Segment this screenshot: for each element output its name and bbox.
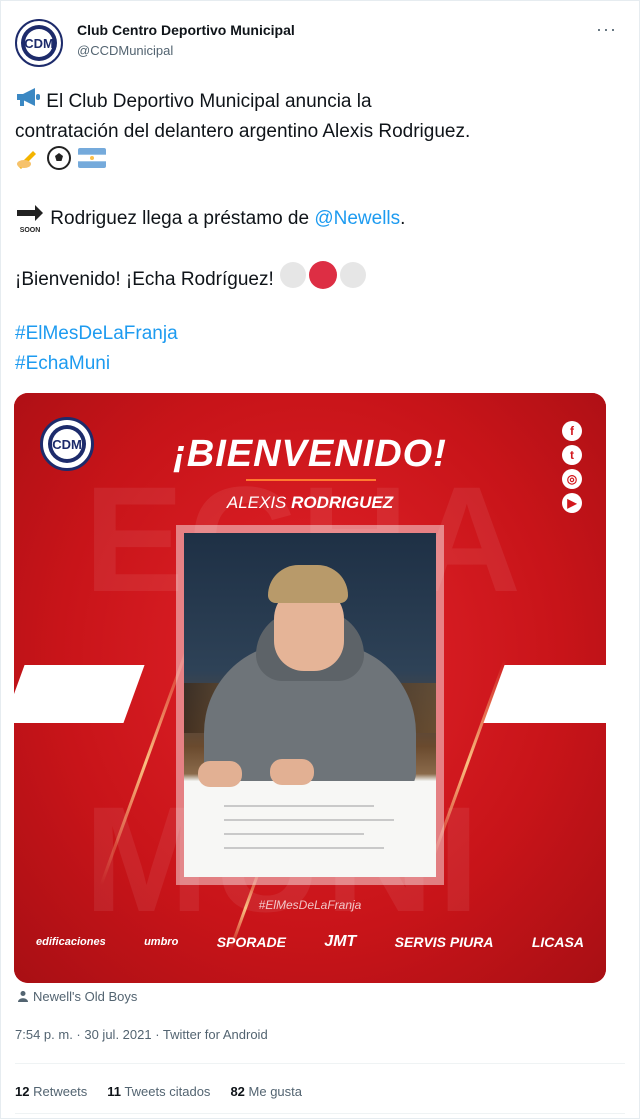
sponsor-logo: SPORADE (216, 934, 286, 950)
white-band-right (483, 665, 606, 723)
white-circle-icon (339, 261, 367, 299)
tweet-text-4-suffix: . (400, 208, 406, 230)
mention-link[interactable]: @Newells (314, 208, 400, 229)
tweet-text-1: El Club Deportivo Municipal anuncia la (46, 91, 372, 113)
headline-underline (246, 479, 376, 481)
white-band-left (14, 665, 145, 723)
svg-text:CDM: CDM (24, 36, 54, 51)
emoji-row (15, 145, 106, 181)
tweet-text-line-4: SOON Rodriguez llega a préstamo de @Newe… (15, 204, 405, 234)
sponsor-logo: SERVIS PIURA (394, 934, 494, 950)
youtube-icon: ▶ (562, 493, 582, 513)
soccer-ball-icon (46, 145, 72, 181)
tagged-user-name: Newell's Old Boys (33, 989, 138, 1004)
instagram-icon: ◎ (562, 469, 582, 489)
tweet-text-2: contratación del delantero argentino Ale… (15, 121, 471, 142)
white-circle-icon (279, 261, 307, 299)
timestamp[interactable]: 7:54 p. m. · 30 jul. 2021 · Twitter for … (15, 1027, 268, 1042)
tweet-text-5: ¡Bienvenido! ¡Echa Rodríguez! (15, 269, 274, 291)
argentina-flag-icon (77, 148, 106, 178)
sponsor-logo: LICASA (531, 934, 584, 950)
red-circle-icon (307, 261, 339, 299)
tweet-text-line-1: El Club Deportivo Municipal anuncia la (15, 87, 372, 117)
player-photo (184, 533, 436, 877)
engagement-stats: 12 Retweets 11 Tweets citados 82 Me gust… (15, 1084, 302, 1099)
tweet-text-4: Rodriguez llega a préstamo de (50, 208, 315, 230)
svg-text:SOON: SOON (20, 227, 41, 234)
player-first-name: ALEXIS (226, 493, 292, 512)
tagged-user[interactable]: Newell's Old Boys (17, 989, 137, 1005)
person-icon (17, 990, 29, 1005)
facebook-icon: f (562, 421, 582, 441)
more-options-icon[interactable]: ··· (596, 19, 617, 40)
tweet-card: CDM Club Centro Deportivo Municipal @CCD… (0, 0, 640, 1119)
writing-hand-icon (15, 146, 41, 180)
sponsor-logo: umbro (144, 936, 179, 948)
hashtag-link[interactable]: #ElMesDeLaFranja (15, 319, 178, 349)
sponsor-logo: JMT (324, 933, 357, 950)
likes-stat[interactable]: 82 Me gusta (230, 1084, 302, 1099)
retweets-stat[interactable]: 12 Retweets (15, 1084, 87, 1099)
image-player-name: ALEXIS RODRIGUEZ (14, 493, 606, 513)
soon-arrow-icon: SOON (15, 204, 45, 234)
megaphone-icon (15, 87, 41, 117)
sponsor-bar: edificaciones umbro SPORADE JMT SERVIS P… (36, 933, 584, 951)
sponsor-logo: edificaciones (36, 936, 106, 948)
player-last-name: RODRIGUEZ (291, 493, 394, 512)
cdm-logo-icon: CDM (21, 25, 57, 61)
tweet-text-line-5: ¡Bienvenido! ¡Echa Rodríguez! (15, 261, 367, 299)
avatar[interactable]: CDM (15, 19, 63, 67)
divider (15, 1113, 625, 1114)
display-name[interactable]: Club Centro Deportivo Municipal (77, 22, 295, 38)
photo-frame (176, 525, 444, 885)
twitter-icon: t (562, 445, 582, 465)
hashtag-link[interactable]: #EchaMuni (15, 349, 110, 379)
image-hashtag: #ElMesDeLaFranja (258, 898, 362, 912)
image-headline: ¡BIENVENIDO! (173, 433, 447, 475)
divider (15, 1063, 625, 1064)
tweet-image[interactable]: ECHA MUNI CDM ¡BIENVENIDO! ALEXIS RODRIG… (14, 393, 606, 983)
user-handle[interactable]: @CCDMunicipal (77, 43, 173, 58)
quotes-stat[interactable]: 11 Tweets citados (107, 1084, 210, 1099)
